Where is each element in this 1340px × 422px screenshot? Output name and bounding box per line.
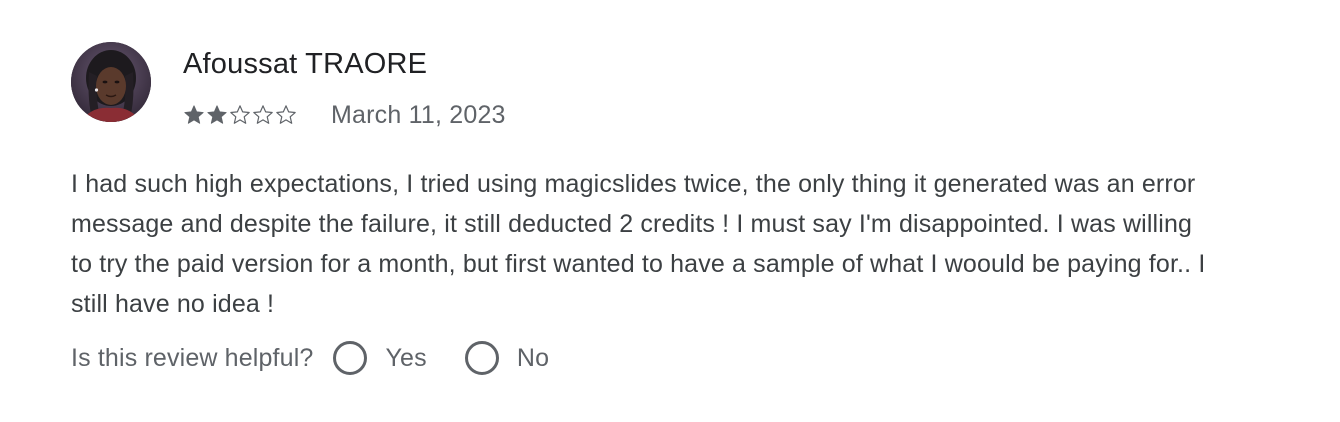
star-empty-icon (275, 104, 297, 126)
star-filled-icon (183, 104, 205, 126)
helpful-no-option[interactable]: No (464, 341, 550, 375)
star-filled-icon (206, 104, 228, 126)
no-radio-button[interactable] (464, 341, 499, 375)
avatar (71, 42, 151, 122)
review-text: I had such high expectations, I tried us… (71, 170, 1206, 318)
yes-label: Yes (385, 343, 427, 372)
rating-row: March 11, 2023 (183, 100, 506, 130)
star-empty-icon (229, 104, 251, 126)
star-rating (183, 104, 297, 126)
helpful-yes-option[interactable]: Yes (333, 341, 427, 375)
no-label: No (516, 343, 550, 372)
avatar-photo (71, 42, 151, 122)
review-date: March 11, 2023 (331, 100, 506, 129)
helpful-question: Is this review helpful? (71, 343, 314, 372)
reviewer-name: Afoussat TRAORE (183, 48, 428, 80)
star-empty-icon (252, 104, 274, 126)
yes-radio-button[interactable] (333, 341, 368, 375)
helpful-prompt: Is this review helpful? Yes No (71, 338, 549, 378)
